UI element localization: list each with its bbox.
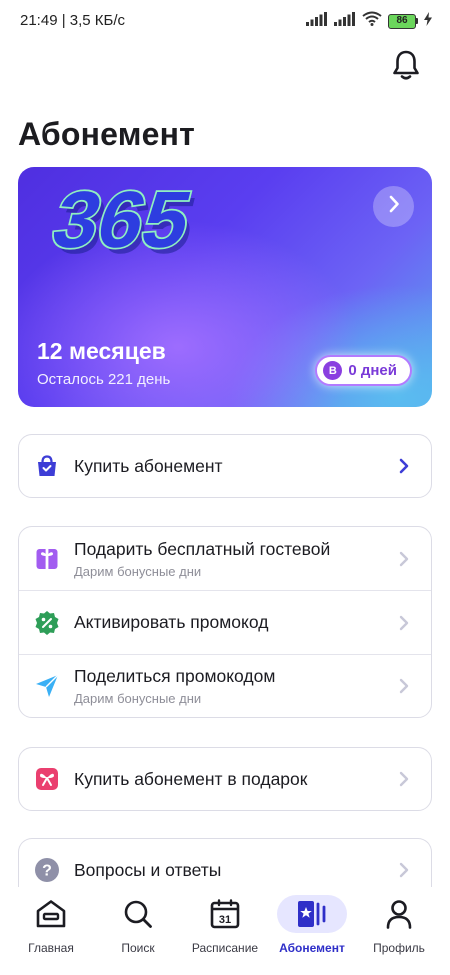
nav-label: Абонемент [279,941,345,955]
subscription-card[interactable]: 365 365 12 месяцев Осталось 221 день B 0… [18,167,432,407]
nav-tab-subscription[interactable]: Абонемент [270,895,354,965]
menu-item-text: Поделиться промокодом Дарим бонусные дни [74,666,391,706]
subscription-screen: 21:49 | 3,5 КБ/с 86 Абонемент 365 365 12… [0,0,450,975]
menu-item-activate-promo[interactable]: Активировать промокод [19,590,431,654]
nav-label: Главная [28,941,74,955]
chevron-right-icon [399,458,411,474]
menu-item-hint: Дарим бонусные дни [74,691,202,706]
calendar-icon: 31 [190,895,260,933]
bonus-days-value: 0 дней [348,362,397,379]
page-title: Абонемент [18,116,195,152]
gift-bow-icon [34,766,60,792]
subscription-logo: 365 365 [36,173,216,277]
wifi-icon [362,11,382,31]
chevron-right-icon [388,195,400,218]
status-icons: 86 [306,11,432,31]
nav-tab-schedule[interactable]: 31 Расписание [183,895,267,965]
menu-item-label: Купить абонемент [74,455,223,476]
nav-label: Поиск [121,941,155,955]
percent-badge-icon [34,610,60,636]
menu-item-text: Вопросы и ответы [74,860,391,881]
svg-text:?: ? [42,863,52,880]
promo-group: Подарить бесплатный гостевой Дарим бонус… [18,526,432,718]
buy-group: Купить абонемент [18,434,432,498]
menu-item-text: Купить абонемент [74,456,391,477]
nav-tab-profile[interactable]: Профиль [357,895,441,965]
menu-item-label: Вопросы и ответы [74,859,222,880]
profile-icon [364,895,434,933]
menu-item-label: Купить абонемент в подарок [74,768,308,789]
gift-group: Купить абонемент в подарок [18,747,432,811]
menu-item-share-promo[interactable]: Поделиться промокодом Дарим бонусные дни [19,654,431,717]
nav-tab-search[interactable]: Поиск [96,895,180,965]
card-details-button[interactable] [373,186,414,227]
status-time: 21:49 | 3,5 КБ/с [20,12,126,29]
bell-icon [391,49,421,86]
question-icon: ? [34,857,60,883]
status-bar: 21:49 | 3,5 КБ/с 86 [0,0,450,40]
nav-label: Расписание [191,941,259,955]
nav-label: Профиль [373,941,425,955]
cellular-signal-icon [306,11,328,31]
menu-item-buy-subscription[interactable]: Купить абонемент [19,435,431,497]
bonus-days-badge[interactable]: B 0 дней [315,355,412,386]
cellular-signal-2-icon [334,11,356,31]
chevron-right-icon [399,615,411,631]
logo-text: 365 [44,177,200,265]
charging-bolt-icon [424,11,432,31]
chevron-right-icon [399,771,411,787]
battery-tip [416,18,418,24]
bonus-coin-icon: B [323,361,343,380]
chevron-right-icon [399,551,411,567]
menu-item-text: Активировать промокод [74,612,391,633]
subscription-remaining: Осталось 221 день [37,371,171,388]
menu-item-text: Купить абонемент в подарок [74,769,391,790]
bottom-navigation: Главная Поиск 31 Расписание Абонемент Пр… [0,887,450,975]
menu-item-gift-guest[interactable]: Подарить бесплатный гостевой Дарим бонус… [19,527,431,590]
menu-item-label: Активировать промокод [74,612,269,632]
search-icon [103,895,173,933]
calendar-day: 31 [219,914,231,926]
nav-tab-home[interactable]: Главная [9,895,93,965]
subscription-title: 12 месяцев [37,338,166,364]
chevron-right-icon [399,678,411,694]
menu-item-buy-gift-subscription[interactable]: Купить абонемент в подарок [19,748,431,810]
battery-level: 86 [388,13,416,29]
notifications-button[interactable] [390,50,422,84]
battery-indicator: 86 [388,13,418,29]
gift-icon [34,546,60,572]
paper-plane-icon [34,673,60,699]
chevron-right-icon [399,862,411,878]
menu-item-hint: Дарим бонусные дни [74,563,202,579]
menu-item-label: Поделиться промокодом [74,666,276,686]
menu-item-text: Подарить бесплатный гостевой Дарим бонус… [74,539,391,579]
menu-item-label: Подарить бесплатный гостевой [74,538,331,559]
home-icon [16,895,86,933]
shopping-bag-icon [34,453,60,479]
membership-card-icon [277,895,347,933]
